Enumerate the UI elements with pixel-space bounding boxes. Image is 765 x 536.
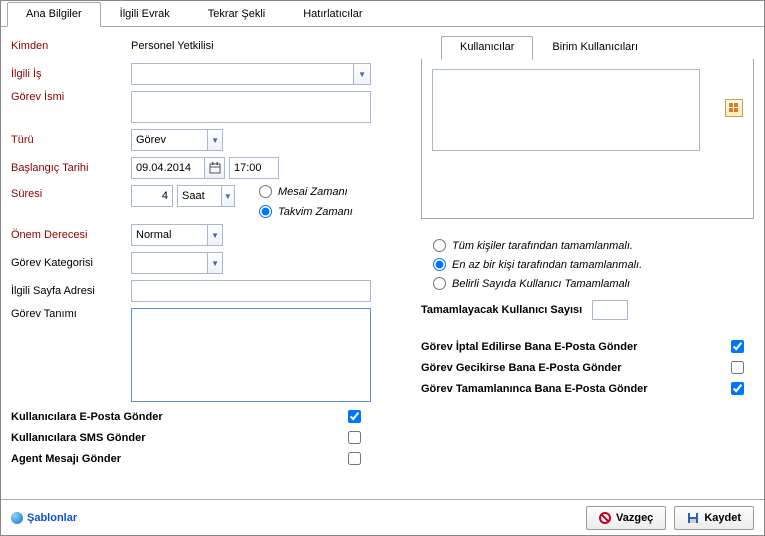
radio-mesai-zamani[interactable] — [259, 185, 272, 198]
label-type: Türü — [11, 134, 131, 146]
label-task-category: Görev Kategorisi — [11, 257, 131, 269]
calendar-button[interactable] — [205, 157, 225, 179]
label-send-email-users: Kullanıcılara E-Posta Gönder — [11, 411, 163, 423]
value-from: Personel Yetkilisi — [131, 40, 214, 52]
importance-input[interactable] — [132, 227, 207, 243]
label-task-name: Görev İsmi — [11, 91, 131, 103]
dialog-footer: Şablonlar Vazgeç Kaydet — [1, 499, 764, 535]
save-icon — [687, 512, 699, 524]
dropdown-icon[interactable]: ▼ — [221, 186, 234, 206]
tab-ilgili-evrak[interactable]: İlgili Evrak — [101, 2, 189, 27]
cancel-label: Vazgeç — [616, 512, 653, 524]
type-input[interactable] — [132, 132, 207, 148]
radio-completion-count[interactable] — [433, 277, 446, 290]
label-on-cancel: Görev İptal Edilirse Bana E-Posta Gönder — [421, 341, 637, 353]
combo-related-work[interactable]: ▼ — [131, 63, 371, 85]
checkbox-on-complete[interactable] — [731, 382, 744, 395]
dropdown-icon[interactable]: ▼ — [207, 130, 222, 150]
checkbox-send-sms-users[interactable] — [348, 431, 361, 444]
label-mesai-zamani: Mesai Zamanı — [278, 186, 348, 198]
label-takvim-zamani: Takvim Zamanı — [278, 206, 353, 218]
tab-hatirlaticilar[interactable]: Hatırlatıcılar — [284, 2, 381, 27]
label-task-desc: Görev Tanımı — [11, 308, 131, 320]
task-category-input[interactable] — [132, 255, 207, 271]
cancel-button[interactable]: Vazgeç — [586, 506, 666, 530]
label-on-complete: Görev Tamamlanınca Bana E-Posta Gönder — [421, 383, 648, 395]
label-on-delay: Görev Gecikirse Bana E-Posta Gönder — [421, 362, 622, 374]
completion-count-input[interactable] — [592, 300, 628, 320]
users-listbox[interactable] — [432, 69, 700, 151]
save-label: Kaydet — [704, 512, 741, 524]
label-from: Kimden — [11, 40, 131, 52]
label-related-work: İlgili İş — [11, 68, 131, 80]
checkbox-send-email-users[interactable] — [348, 410, 361, 423]
tab-ana-bilgiler[interactable]: Ana Bilgiler — [7, 2, 101, 27]
dropdown-icon[interactable]: ▼ — [207, 225, 222, 245]
start-time-input[interactable] — [229, 157, 279, 179]
start-date-input[interactable] — [131, 157, 205, 179]
combo-type[interactable]: ▼ — [131, 129, 223, 151]
label-completion-one: En az bir kişi tarafından tamamlanmalı. — [452, 259, 642, 271]
label-completion-count-value: Tamamlayacak Kullanıcı Sayısı — [421, 304, 582, 316]
checkbox-send-agent-msg[interactable] — [348, 452, 361, 465]
tab-birim-kullanicilari[interactable]: Birim Kullanıcıları — [533, 36, 657, 60]
label-completion-all: Tüm kişiler tarafından tamamlanmalı. — [452, 240, 633, 252]
templates-label: Şablonlar — [27, 512, 77, 524]
label-start-date: Başlangıç Tarihi — [11, 162, 131, 174]
globe-icon — [11, 512, 23, 524]
combo-duration-unit[interactable]: ▼ — [177, 185, 235, 207]
user-tabs-group: Kullanıcılar Birim Kullanıcıları — [421, 35, 754, 219]
label-send-agent-msg: Agent Mesajı Gönder — [11, 453, 121, 465]
duration-unit-input[interactable] — [178, 188, 221, 204]
checkbox-on-delay[interactable] — [731, 361, 744, 374]
checkbox-on-cancel[interactable] — [731, 340, 744, 353]
tab-tekrar-sekli[interactable]: Tekrar Şekli — [189, 2, 284, 27]
radio-completion-one[interactable] — [433, 258, 446, 271]
task-desc-input[interactable] — [131, 308, 371, 402]
related-work-input[interactable] — [132, 66, 353, 82]
label-send-sms-users: Kullanıcılara SMS Gönder — [11, 432, 145, 444]
templates-link[interactable]: Şablonlar — [11, 512, 77, 524]
label-related-page: İlgili Sayfa Adresi — [11, 285, 131, 297]
radio-takvim-zamani[interactable] — [259, 205, 272, 218]
radio-completion-all[interactable] — [433, 239, 446, 252]
cancel-icon — [599, 512, 611, 524]
label-duration: Süresi — [11, 185, 131, 200]
grid-icon — [729, 103, 739, 113]
add-user-button[interactable] — [725, 99, 743, 117]
save-button[interactable]: Kaydet — [674, 506, 754, 530]
calendar-icon — [209, 162, 221, 174]
combo-task-category[interactable]: ▼ — [131, 252, 223, 274]
related-page-input[interactable] — [131, 280, 371, 302]
task-dialog: Ana Bilgiler İlgili Evrak Tekrar Şekli H… — [0, 0, 765, 536]
task-name-input[interactable] — [131, 91, 371, 123]
duration-value-input[interactable] — [131, 185, 173, 207]
main-tabs: Ana Bilgiler İlgili Evrak Tekrar Şekli H… — [1, 1, 764, 27]
label-importance: Önem Derecesi — [11, 229, 131, 241]
combo-importance[interactable]: ▼ — [131, 224, 223, 246]
dropdown-icon[interactable]: ▼ — [207, 253, 222, 273]
label-completion-count: Belirli Sayıda Kullanıcı Tamamlamalı — [452, 278, 630, 290]
tab-kullanicilar[interactable]: Kullanıcılar — [441, 36, 533, 60]
dropdown-icon[interactable]: ▼ — [353, 64, 370, 84]
